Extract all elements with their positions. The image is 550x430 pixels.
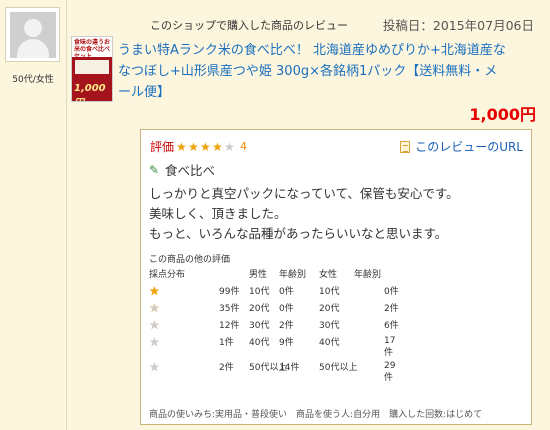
row-male-count[interactable]: 14件	[279, 360, 299, 373]
star-empty-icon: ★	[149, 360, 160, 374]
rating-number: 4	[240, 140, 248, 153]
star-filled-icon: ★	[188, 139, 199, 154]
row-count[interactable]: 99件	[219, 284, 239, 297]
other-ratings-title: この商品の他の評価	[149, 255, 231, 265]
row-female-count[interactable]: 17件	[384, 335, 398, 359]
review-body-line: もっと、いろんな品種があったらいいなと思います。	[149, 226, 448, 241]
row-female-age: 20代	[319, 304, 340, 314]
row-male-count[interactable]: 0件	[279, 284, 294, 297]
review-url-label: このレビューのURL	[415, 140, 523, 154]
star-empty-icon: ★	[149, 318, 160, 332]
header-female-age: 年齢別	[354, 270, 382, 280]
product-title-link[interactable]: うまい特Aランク米の食べ比べ！ 北海道産ゆめぴりか+北海道産な なつぼし+山形県…	[118, 40, 538, 103]
user-silhouette-icon	[10, 12, 56, 58]
star-filled-icon: ★	[200, 139, 211, 154]
review-body-line: 美味しく、頂きました。	[149, 206, 287, 221]
star-filled-icon: ★	[149, 284, 160, 298]
row-male-age: 20代	[249, 304, 270, 314]
row-male-count[interactable]: 2件	[279, 318, 294, 331]
row-male-age: 10代	[249, 287, 270, 297]
thumbnail-price: 1,000円	[74, 83, 106, 101]
product-price: 1,000円	[469, 105, 536, 124]
row-male-age: 30代	[249, 321, 270, 331]
rating-stars: ★ ★ ★ ★ ★	[176, 141, 236, 153]
header-male: 男性	[249, 270, 268, 280]
star-filled-icon: ★	[212, 139, 223, 154]
header-female: 女性	[319, 270, 338, 280]
document-icon	[400, 140, 411, 153]
pencil-icon: ✎	[149, 162, 160, 177]
header-score-distribution: 採点分布	[149, 270, 186, 280]
row-female-age: 50代以上	[319, 363, 358, 373]
review-url-link[interactable]: このレビューのURL	[400, 138, 523, 155]
review-subject-text: 食べ比べ	[165, 163, 216, 178]
product-title-line: なつぼし+山形県産つや姫 300g×各銘柄1パック【送料無料・メ	[118, 64, 498, 79]
reviewer-column: 50代/女性	[0, 0, 66, 430]
row-female-age: 30代	[319, 321, 340, 331]
row-male-count[interactable]: 9件	[279, 335, 294, 348]
star-filled-icon: ★	[176, 139, 187, 154]
avatar	[5, 7, 60, 62]
posted-date: 投稿日：2015年07月06日	[382, 18, 534, 33]
review-body: しっかりと真空パックになっていて、保管も安心です。 美味しく、頂きました。 もっ…	[149, 184, 459, 244]
product-title-line: ール便】	[118, 85, 171, 100]
row-count[interactable]: 2件	[219, 360, 234, 373]
product-thumbnail[interactable]: 食味の違うお米の食べ比べセット 1,000円	[71, 36, 113, 102]
row-female-age: 40代	[319, 338, 340, 348]
review-usage-footer: 商品の使いみち:実用品・普段使い 商品を使う人:自分用 購入した回数:はじめて	[149, 410, 483, 420]
header-male-age: 年齢別	[279, 270, 307, 280]
shop-review-label: このショップで購入した商品のレビュー	[150, 19, 348, 32]
review-body-line: しっかりと真空パックになっていて、保管も安心です。	[149, 186, 459, 201]
review-page: 50代/女性 食味の違うお米の食べ比べセット 1,000円 このショップで購入し…	[0, 0, 550, 430]
star-empty-icon: ★	[224, 139, 235, 154]
star-empty-icon: ★	[149, 301, 160, 315]
column-divider	[66, 0, 67, 430]
row-male-age: 40代	[249, 338, 270, 348]
row-female-age: 10代	[319, 287, 340, 297]
row-female-count[interactable]: 6件	[384, 318, 399, 331]
row-female-count[interactable]: 2件	[384, 301, 399, 314]
review-rating: 評価 ★ ★ ★ ★ ★ 4	[150, 138, 247, 155]
rating-label: 評価	[150, 140, 175, 154]
row-count[interactable]: 12件	[219, 318, 239, 331]
row-count[interactable]: 35件	[219, 301, 239, 314]
row-male-count[interactable]: 0件	[279, 301, 294, 314]
product-title-line: うまい特Aランク米の食べ比べ！ 北海道産ゆめぴりか+北海道産な	[118, 43, 506, 58]
review-subject: ✎ 食べ比べ	[149, 160, 215, 179]
row-female-count[interactable]: 0件	[384, 284, 399, 297]
row-female-count[interactable]: 29件	[384, 360, 398, 384]
row-count[interactable]: 1件	[219, 335, 234, 348]
star-empty-icon: ★	[149, 335, 160, 349]
review-box: 評価 ★ ★ ★ ★ ★ 4 このレビューのURL ✎ 食べ比べ しっかりと真空パックに…	[140, 129, 532, 425]
reviewer-demographic: 50代/女性	[12, 75, 54, 85]
